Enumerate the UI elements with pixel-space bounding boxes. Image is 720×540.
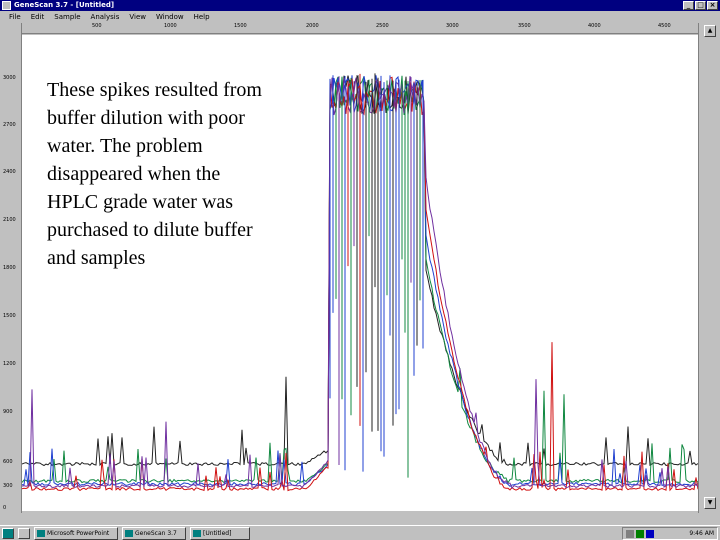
desktop-icon[interactable]	[18, 528, 30, 539]
ruler-tick: 3000	[446, 23, 459, 29]
menu-edit[interactable]: Edit	[26, 12, 50, 23]
annotation-line: water. The problem	[47, 135, 203, 157]
annotation-text: These spikes resulted from buffer diluti…	[47, 76, 327, 272]
y-tick: 1800	[3, 265, 16, 271]
task-label: GeneScan 3.7	[135, 530, 177, 537]
taskbar-powerpoint[interactable]: Microsoft PowerPoint	[34, 527, 118, 540]
horizontal-scrollbar[interactable]	[0, 513, 720, 525]
scroll-down-button[interactable]: ▼	[704, 497, 716, 509]
annotation-line: These spikes resulted from	[47, 79, 262, 101]
y-tick: 300	[3, 483, 13, 489]
menu-view[interactable]: View	[124, 12, 151, 23]
ruler-tick: 1500	[234, 23, 247, 29]
x-ruler: 500 1000 1500 2000 2500 3000 3500 4000 4…	[22, 23, 698, 34]
annotation-line: and samples	[47, 247, 146, 269]
clock: 9:46 AM	[689, 530, 714, 537]
menu-help[interactable]: Help	[189, 12, 215, 23]
y-tick: 1500	[3, 313, 16, 319]
y-tick: 600	[3, 459, 13, 465]
y-tick: 0	[3, 505, 7, 511]
task-label: Microsoft PowerPoint	[47, 530, 110, 537]
vertical-scrollbar[interactable]: ▲ ▼	[698, 23, 720, 513]
y-tick: 2100	[3, 217, 16, 223]
annotation-line: HPLC grade water was	[47, 191, 234, 213]
menu-analysis[interactable]: Analysis	[86, 12, 125, 23]
ruler-tick: 500	[92, 23, 102, 29]
menu-window[interactable]: Window	[151, 12, 189, 23]
window-controls: _ □ ×	[683, 1, 718, 10]
annotation-line: purchased to dilute buffer	[47, 219, 253, 241]
ruler-tick: 4000	[588, 23, 601, 29]
taskbar-untitled[interactable]: [Untitled]	[190, 527, 250, 540]
app-icon[interactable]	[2, 1, 11, 10]
start-icon[interactable]	[2, 528, 14, 539]
annotation-line: disappeared when the	[47, 163, 221, 185]
close-button[interactable]: ×	[707, 1, 718, 10]
ruler-tick: 4500	[658, 23, 671, 29]
y-tick: 3000	[3, 75, 16, 81]
taskbar: Microsoft PowerPoint GeneScan 3.7 [Untit…	[0, 525, 720, 540]
volume-icon[interactable]	[636, 530, 644, 538]
minimize-button[interactable]: _	[683, 1, 694, 10]
menu-sample[interactable]: Sample	[49, 12, 85, 23]
task-label: [Untitled]	[203, 530, 232, 537]
window-title: GeneScan 3.7 - [Untitled]	[14, 1, 115, 9]
y-axis: 3000 2700 2400 2100 1800 1500 1200 900 6…	[0, 23, 22, 513]
ruler-tick: 2000	[306, 23, 319, 29]
y-tick: 2700	[3, 122, 16, 128]
system-tray: 9:46 AM	[622, 527, 718, 540]
menu-file[interactable]: File	[4, 12, 26, 23]
menu-bar: File Edit Sample Analysis View Window He…	[0, 11, 720, 23]
ruler-tick: 1000	[164, 23, 177, 29]
ruler-tick: 2500	[376, 23, 389, 29]
genescan-icon	[125, 530, 133, 537]
taskbar-genescan[interactable]: GeneScan 3.7	[122, 527, 186, 540]
document-icon	[193, 530, 201, 537]
network-icon[interactable]	[626, 530, 634, 538]
maximize-button[interactable]: □	[695, 1, 706, 10]
annotation-line: buffer dilution with poor	[47, 107, 245, 129]
y-tick: 900	[3, 409, 13, 415]
y-tick: 2400	[3, 169, 16, 175]
scroll-up-button[interactable]: ▲	[704, 25, 716, 37]
ruler-tick: 3500	[518, 23, 531, 29]
powerpoint-icon	[37, 530, 45, 537]
monitor-icon[interactable]	[646, 530, 654, 538]
y-tick: 1200	[3, 361, 16, 367]
title-bar: GeneScan 3.7 - [Untitled] _ □ ×	[0, 0, 720, 11]
